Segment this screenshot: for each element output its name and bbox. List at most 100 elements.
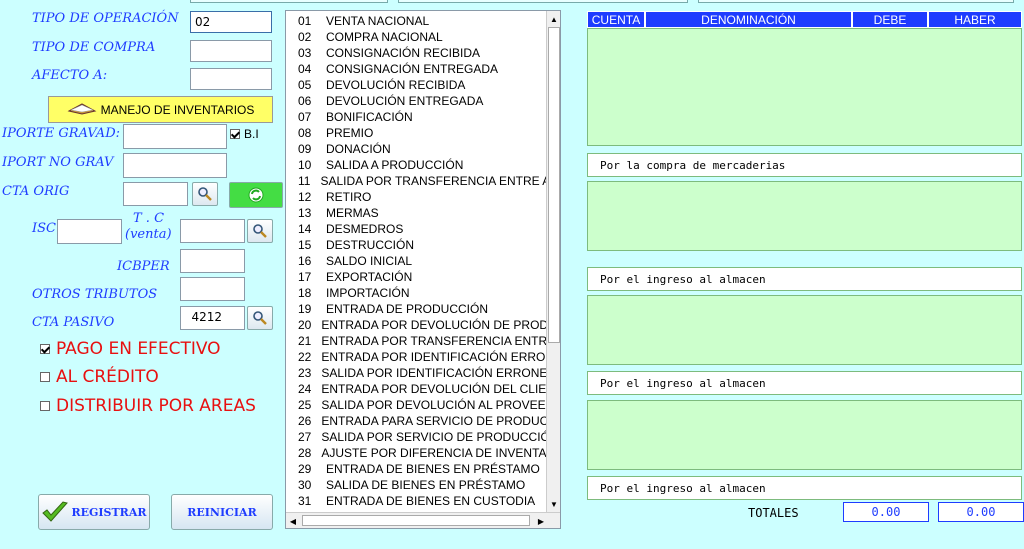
operation-code: 01 [298,14,312,28]
horizontal-scrollbar[interactable]: ◀ ▶ [286,512,560,528]
tc-search-button[interactable] [247,219,273,243]
refresh-button[interactable] [229,182,283,208]
operation-list-item[interactable]: 01 VENTA NACIONAL [286,13,548,29]
operation-label: SALIDA DE BIENES EN PRÉSTAMO [326,478,526,492]
operation-list-item[interactable]: 29 ENTRADA DE BIENES EN PRÉSTAMO [286,461,548,477]
operation-code: 20 [298,318,312,332]
distribuir-areas-box[interactable] [40,401,50,411]
operation-list-item[interactable]: 31 ENTRADA DE BIENES EN CUSTODIA [286,493,548,509]
manejo-inventarios-button[interactable]: MANEJO DE INVENTARIOS [48,96,273,123]
reiniciar-button[interactable]: REINICIAR [171,494,273,530]
operation-list-item[interactable]: 22 ENTRADA POR IDENTIFICACIÓN ERRON [286,349,548,365]
operation-list-item[interactable]: 17 EXPORTACIÓN [286,269,548,285]
operation-label: SALIDA POR DEVOLUCIÓN AL PROVEED [321,398,548,412]
operation-list-item[interactable]: 21 ENTRADA POR TRANSFERENCIA ENTRE [286,333,548,349]
operation-list-item[interactable]: 04 CONSIGNACIÓN ENTREGADA [286,61,548,77]
bi-checkbox-box[interactable] [230,129,240,139]
scroll-left-arrow-icon[interactable]: ◀ [286,513,300,528]
operation-label: DEVOLUCIÓN RECIBIDA [326,78,466,92]
entry-grid-1[interactable] [587,28,1022,146]
operation-label: EXPORTACIÓN [326,270,413,284]
registrar-button[interactable]: REGISTRAR [38,494,150,530]
glosa-field-1[interactable]: Por la compra de mercaderias [587,153,1022,177]
operation-label: SALDO INICIAL [326,254,413,268]
tipo-compra-input[interactable] [190,40,272,62]
operation-list-item[interactable]: 20 ENTRADA POR DEVOLUCIÓN DE PRODU [286,317,548,333]
scroll-down-arrow-icon[interactable]: ▼ [547,496,560,512]
operation-list-item[interactable]: 18 IMPORTACIÓN [286,285,548,301]
operation-list-item[interactable]: 27 SALIDA POR SERVICIO DE PRODUCCIÓ [286,429,548,445]
operation-list-item[interactable]: 12 RETIRO [286,189,548,205]
operation-list-item[interactable]: 14 DESMEDROS [286,221,548,237]
al-credito-box[interactable] [40,372,50,382]
operation-code: 24 [298,382,312,396]
operation-list-item[interactable]: 30 SALIDA DE BIENES EN PRÉSTAMO [286,477,548,493]
operation-list-item[interactable]: 10 SALIDA A PRODUCCIÓN [286,157,548,173]
search-icon [253,311,267,325]
operation-list-item[interactable]: 08 PREMIO [286,125,548,141]
operation-list-item[interactable]: 16 SALDO INICIAL [286,253,548,269]
vertical-scrollbar[interactable]: ▲ ▼ [546,11,560,512]
operation-label: COMPRA NACIONAL [326,30,443,44]
pago-efectivo-label: PAGO EN EFECTIVO [56,339,221,359]
operation-code: 10 [298,158,312,172]
cta-orig-input[interactable] [123,182,188,206]
operation-list-item[interactable]: 26 ENTRADA PARA SERVICIO DE PRODUCC [286,413,548,429]
icbper-input[interactable] [180,249,245,273]
operation-code: 09 [298,142,312,156]
tipo-operacion-input[interactable]: 02 [190,11,272,33]
operation-list-item[interactable]: 06 DEVOLUCIÓN ENTREGADA [286,93,548,109]
operation-listbox[interactable]: 01 VENTA NACIONAL 02 COMPRA NACIONAL 03 CONSI… [285,10,561,529]
operation-code: 03 [298,46,312,60]
operation-label: SALIDA POR IDENTIFICACIÓN ERRONEA [321,366,548,380]
operation-list-item[interactable]: 13 MERMAS [286,205,548,221]
entry-grid-2[interactable] [587,181,1022,251]
operation-list-item[interactable]: 11 SALIDA POR TRANSFERENCIA ENTRE Al [286,173,548,189]
glosa-field-3[interactable]: Por el ingreso al almacen [587,371,1022,395]
bi-checkbox[interactable]: B.I [230,127,259,141]
glosa-field-4[interactable]: Por el ingreso al almacen [587,476,1022,500]
operation-list-item[interactable]: 28 AJUSTE POR DIFERENCIA DE INVENTAR [286,445,548,461]
operation-list-item[interactable]: 19 ENTRADA DE PRODUCCIÓN [286,301,548,317]
distribuir-areas-label: DISTRIBUIR POR AREAS [56,396,256,416]
scroll-up-arrow-icon[interactable]: ▲ [547,11,560,27]
operation-label: ENTRADA DE BIENES EN PRÉSTAMO [326,462,540,476]
operation-list-item[interactable]: 25 SALIDA POR DEVOLUCIÓN AL PROVEED [286,397,548,413]
entry-grid-4[interactable] [587,400,1022,470]
horizontal-scroll-thumb[interactable] [302,515,530,526]
distribuir-areas-checkbox[interactable]: DISTRIBUIR POR AREAS [40,396,256,416]
cta-pasivo-search-button[interactable] [247,306,273,330]
entry-grid-3[interactable] [587,295,1022,365]
al-credito-checkbox[interactable]: AL CRÉDITO [40,367,159,387]
operation-list-item[interactable]: 02 COMPRA NACIONAL [286,29,548,45]
glosa-field-2[interactable]: Por el ingreso al almacen [587,267,1022,291]
operation-list-item[interactable]: 07 BONIFICACIÓN [286,109,548,125]
operation-label: ENTRADA POR TRANSFERENCIA ENTRE [321,334,548,348]
operation-list-item[interactable]: 24 ENTRADA POR DEVOLUCIÓN DEL CLIEN [286,381,548,397]
pago-efectivo-checkbox[interactable]: PAGO EN EFECTIVO [40,339,221,359]
scroll-right-arrow-icon[interactable]: ▶ [534,513,548,528]
operation-label: DONACIÓN [326,142,391,156]
operation-list-item[interactable]: 23 SALIDA POR IDENTIFICACIÓN ERRONEA [286,365,548,381]
importe-gravado-input[interactable] [123,124,227,149]
pago-efectivo-box[interactable] [40,344,50,354]
col-header-cuenta: CUENTA [587,11,645,28]
vertical-scroll-thumb[interactable] [548,27,560,343]
operation-list-item[interactable]: 15 DESTRUCCIÓN [286,237,548,253]
operation-label: RETIRO [326,190,372,204]
isc-input[interactable] [57,219,122,244]
operation-code: 06 [298,94,312,108]
operation-list-item[interactable]: 05 DEVOLUCIÓN RECIBIDA [286,77,548,93]
operation-label: ENTRADA POR DEVOLUCIÓN DEL CLIEN [321,382,548,396]
otros-tributos-input[interactable] [180,277,245,301]
col-header-denominacion: DENOMINACIÓN [645,11,852,28]
tc-input[interactable] [180,219,245,243]
tipo-compra-label: TIPO DE COMPRA [32,40,156,55]
operation-list-item[interactable]: 03 CONSIGNACIÓN RECIBIDA [286,45,548,61]
cta-orig-search-button[interactable] [192,182,218,206]
import-no-grav-input[interactable] [123,153,227,178]
afecto-input[interactable] [190,68,272,90]
cta-pasivo-input[interactable]: 4212 [180,306,245,330]
operation-list-item[interactable]: 09 DONACIÓN [286,141,548,157]
operation-label: DESTRUCCIÓN [326,238,415,252]
